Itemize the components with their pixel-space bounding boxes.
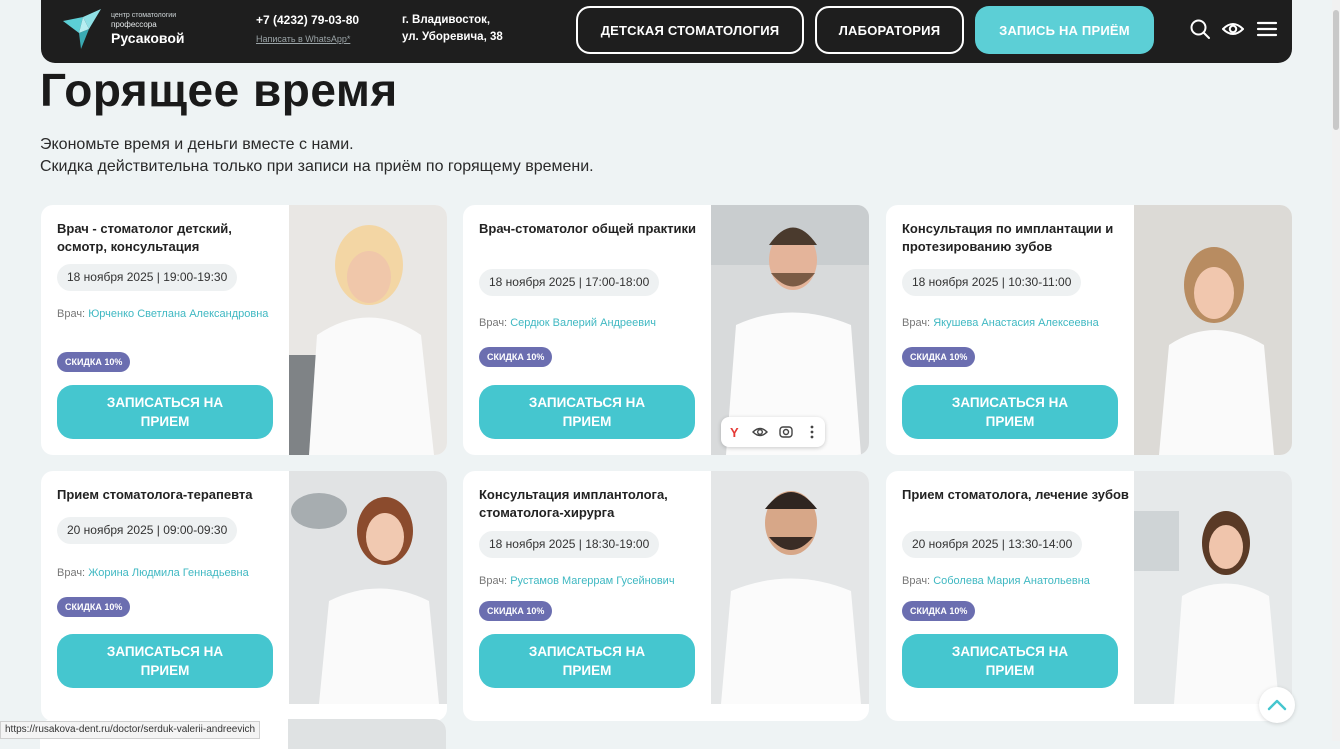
intro-line-2: Скидка действительна только при записи н… [40,158,594,175]
nav-booking-button[interactable]: ЗАПИСЬ НА ПРИЁМ [975,6,1154,54]
doctor-line: Врач: Юрченко Светлана Александровна [57,306,285,323]
chevron-up-icon [1267,699,1287,711]
scroll-to-top-button[interactable] [1259,687,1295,723]
discount-badge: СКИДКА 10% [479,601,553,621]
book-appointment-button[interactable]: ЗАПИСАТЬСЯ НА ПРИЕМ [57,634,273,688]
more-icon[interactable] [802,422,822,442]
doctor-photo[interactable] [711,471,869,721]
doctor-line: Врач: Соболева Мария Анатольевна [902,573,1130,590]
intro-line-1: Экономьте время и деньги вместе с нами. [40,136,354,153]
card-title: Консультация по имплантации и протезиров… [902,221,1114,254]
date-badge: 18 ноября 2025 | 18:30-19:00 [479,531,660,558]
page-title: Горящее время [40,64,398,116]
eye-icon[interactable] [750,422,770,442]
whatsapp-link[interactable]: Написать в WhatsApp* [256,34,359,44]
lens-icon[interactable] [776,422,796,442]
doctor-line: Врач: Якушева Анастасия Алексеевна [902,315,1130,332]
doctor-prefix: Врач: [479,575,508,587]
svg-text:Y: Y [730,425,739,439]
doctor-photo[interactable] [288,719,446,749]
status-bar-url: https://rusakova-dent.ru/doctor/serduk-v… [0,721,261,739]
search-icon[interactable] [1189,18,1211,40]
date-badge: 20 ноября 2025 | 09:00-09:30 [57,517,238,544]
hot-slot-card: Прием стоматолога-терапевта 20 ноября 20… [41,471,447,721]
origami-bird-icon [63,9,101,49]
card-title: Консультация имплантолога, стоматолога-х… [479,487,668,520]
card-title: Врач - стоматолог детский, осмотр, консу… [57,221,232,254]
image-toolbar: Y [721,417,825,447]
discount-badge: СКИДКА 10% [902,347,976,367]
book-appointment-button[interactable]: ЗАПИСАТЬСЯ НА ПРИЕМ [57,385,273,439]
doctor-photo[interactable] [289,205,447,455]
doctor-photo[interactable] [1134,471,1292,721]
doctor-prefix: Врач: [902,317,931,329]
address: г. Владивосток, ул. Уборевича, 38 [402,12,503,46]
logo-line-2: профессора [111,19,157,29]
phone-link[interactable]: +7 (4232) 79-03-80 [256,13,359,27]
site-header: центр стоматологии профессора Русаковой … [41,0,1292,63]
logo[interactable]: центр стоматологии профессора Русаковой [61,7,184,51]
yandex-icon[interactable]: Y [724,422,744,442]
doctor-link[interactable]: Сердюк Валерий Андреевич [510,317,656,329]
menu-icon[interactable] [1256,18,1278,40]
logo-line-1: центр стоматологии [111,12,177,20]
doctor-line: Врач: Сердюк Валерий Андреевич [479,315,707,332]
discount-badge: СКИДКА 10% [479,347,553,367]
doctor-link[interactable]: Рустамов Магеррам Гусейнович [510,575,674,587]
nav-laboratory-button[interactable]: ЛАБОРАТОРИЯ [815,6,964,54]
doctor-photo[interactable] [1134,205,1292,455]
book-appointment-button[interactable]: ЗАПИСАТЬСЯ НА ПРИЕМ [902,634,1118,688]
doctor-link[interactable]: Юрченко Светлана Александровна [88,308,268,320]
doctor-link[interactable]: Соболева Мария Анатольевна [933,575,1090,587]
nav-kids-dentistry-button[interactable]: ДЕТСКАЯ СТОМАТОЛОГИЯ [576,6,804,54]
page-intro: Экономьте время и деньги вместе с нами. … [40,134,594,178]
page-scrollbar[interactable] [1332,0,1340,741]
card-title: Врач-стоматолог общей практики [479,221,697,236]
discount-badge: СКИДКА 10% [902,601,976,621]
hot-slot-card: Консультация по имплантации и протезиров… [886,205,1292,455]
card-title: Прием стоматолога-терапевта [57,487,253,502]
hot-slot-card: Прием стоматолога, лечение зубов 20 нояб… [886,471,1292,721]
doctor-link[interactable]: Якушева Анастасия Алексеевна [933,317,1099,329]
book-appointment-button[interactable]: ЗАПИСАТЬСЯ НА ПРИЕМ [902,385,1118,439]
book-appointment-button[interactable]: ЗАПИСАТЬСЯ НА ПРИЕМ [479,634,695,688]
book-appointment-button[interactable]: ЗАПИСАТЬСЯ НА ПРИЕМ [479,385,695,439]
discount-badge: СКИДКА 10% [57,597,131,617]
doctor-photo[interactable] [289,471,447,721]
doctor-line: Врач: Жорина Людмила Геннадьевна [57,565,285,582]
logo-line-3: Русаковой [111,30,185,47]
date-badge: 18 ноября 2025 | 17:00-18:00 [479,269,660,296]
doctor-link[interactable]: Жорина Людмила Геннадьевна [88,567,249,579]
address-street: ул. Уборевича, 38 [402,31,503,43]
date-badge: 18 ноября 2025 | 19:00-19:30 [57,264,238,291]
doctor-line: Врач: Рустамов Магеррам Гусейнович [479,573,707,590]
doctor-prefix: Врач: [479,317,508,329]
hot-slot-card: Врач - стоматолог детский, осмотр, консу… [41,205,447,455]
card-title: Прием стоматолога, лечение зубов [902,487,1129,502]
date-badge: 20 ноября 2025 | 13:30-14:00 [902,531,1083,558]
hot-slot-card: Консультация имплантолога, стоматолога-х… [463,471,869,721]
scrollbar-thumb[interactable] [1333,10,1339,130]
doctor-prefix: Врач: [902,575,931,587]
address-city: г. Владивосток, [402,14,491,26]
eye-icon[interactable] [1222,18,1244,40]
doctor-prefix: Врач: [57,567,86,579]
discount-badge: СКИДКА 10% [57,352,131,372]
date-badge: 18 ноября 2025 | 10:30-11:00 [902,269,1082,296]
doctor-prefix: Врач: [57,308,86,320]
